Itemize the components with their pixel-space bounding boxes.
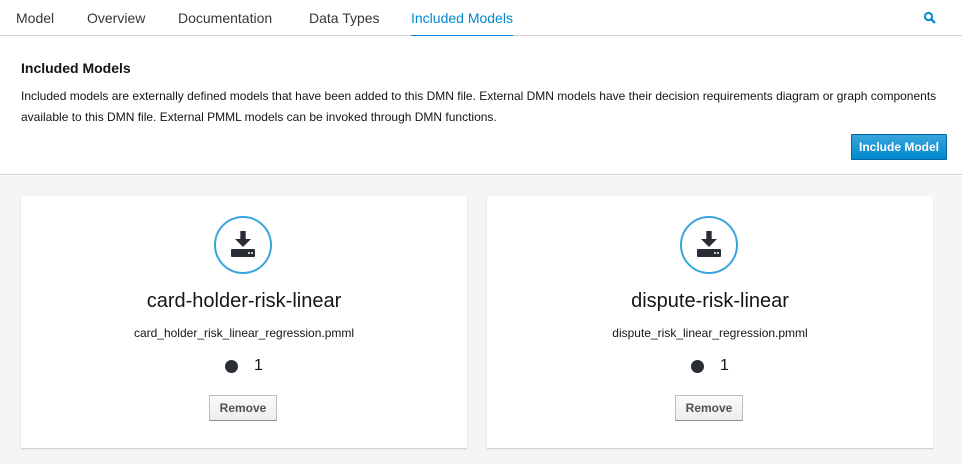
remove-model-button[interactable]: Remove — [675, 395, 743, 421]
node-count-icon — [691, 359, 704, 373]
search-icon[interactable] — [922, 10, 938, 26]
included-model-card: card-holder-risk-linear card_holder_risk… — [21, 196, 467, 448]
usage-count-value: 1 — [254, 357, 263, 374]
download-icon — [680, 216, 738, 274]
model-name: dispute-risk-linear — [631, 290, 789, 312]
page-description: Included models are externally defined m… — [21, 89, 937, 124]
node-count-icon — [225, 359, 238, 373]
tab-documentation[interactable]: Documentation — [178, 0, 272, 36]
model-file-path: card_holder_risk_linear_regression.pmml — [133, 326, 355, 340]
tab-data-types[interactable]: Data Types — [309, 0, 380, 36]
model-name: card-holder-risk-linear — [146, 290, 342, 312]
tab-overview[interactable]: Overview — [87, 0, 145, 36]
included-model-card: dispute-risk-linear dispute_risk_linear_… — [487, 196, 933, 448]
include-model-button[interactable]: Include Model — [851, 134, 947, 160]
model-usage-count: 1 — [225, 356, 263, 376]
tab-model[interactable]: Model — [16, 0, 54, 36]
remove-model-button[interactable]: Remove — [209, 395, 277, 421]
page-title: Included Models — [21, 60, 131, 76]
model-file-path: dispute_risk_linear_regression.pmml — [612, 326, 808, 340]
included-models-list: card-holder-risk-linear card_holder_risk… — [0, 176, 962, 464]
tab-included-models[interactable]: Included Models — [411, 0, 513, 37]
usage-count-value: 1 — [720, 357, 729, 374]
download-icon — [214, 216, 272, 274]
model-usage-count: 1 — [691, 356, 729, 376]
editor-tabs: Model Overview Documentation Data Types … — [0, 0, 962, 37]
included-models-header: Included Models Included models are exte… — [0, 36, 962, 175]
